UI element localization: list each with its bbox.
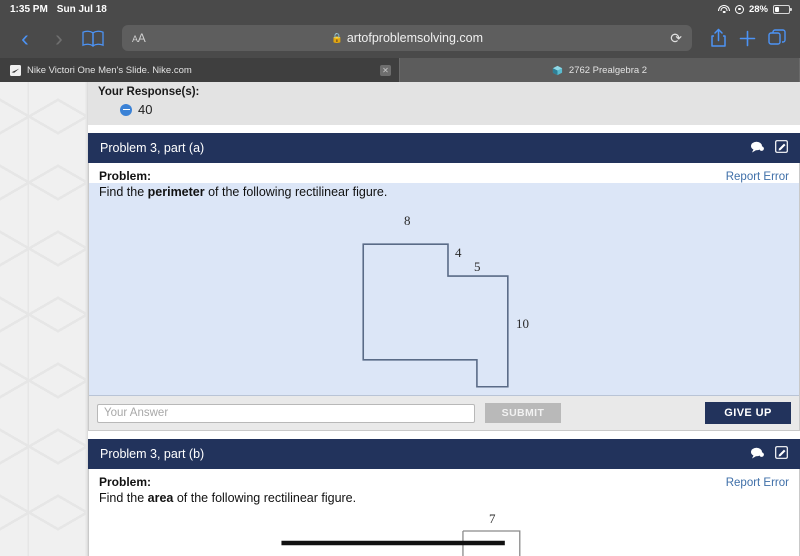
comment-icon[interactable]	[750, 141, 764, 156]
problem-a-top: Problem: Report Error	[89, 163, 799, 183]
problem-a-header: Problem 3, part (a)	[88, 133, 800, 163]
problem-card-b: Problem 3, part (b) Problem: Report Erro…	[88, 439, 800, 556]
statement-after: of the following rectilinear figure.	[204, 185, 388, 199]
page-background-pattern	[0, 82, 88, 556]
ios-status-bar: 1:35 PM Sun Jul 18 28%	[0, 0, 800, 18]
statement-keyword: area	[147, 491, 174, 505]
rectilinear-figure-a	[362, 243, 509, 388]
report-error-link[interactable]: Report Error	[726, 171, 789, 183]
page-content: Your Response(s): 40 Problem 3, part (a)	[88, 82, 800, 556]
figure-a-label-step-v: 4	[455, 245, 462, 260]
answer-row-a: SUBMIT GIVE UP	[89, 395, 799, 430]
statement-keyword: perimeter	[147, 185, 205, 199]
comment-icon[interactable]	[750, 447, 764, 462]
reload-icon[interactable]: ⟳	[670, 30, 682, 47]
nike-swoosh-icon	[10, 64, 21, 76]
problem-b-header: Problem 3, part (b)	[88, 439, 800, 469]
problem-b-statement: Find the area of the following rectiline…	[89, 489, 799, 509]
rectilinear-figure-b	[281, 530, 521, 556]
problem-a-statement: Find the perimeter of the following rect…	[89, 183, 799, 203]
url-display: 🔒 artofproblemsolving.com	[122, 31, 692, 45]
battery-icon	[773, 4, 792, 14]
url-text: artofproblemsolving.com	[346, 31, 483, 45]
share-icon[interactable]	[710, 28, 727, 48]
location-icon	[734, 4, 744, 14]
edit-icon[interactable]	[775, 446, 788, 462]
figure-a-label-top: 8	[404, 213, 411, 228]
browser-toolbar: ‹ › AA 🔒 artofproblemsolving.com ⟳	[0, 18, 800, 58]
edit-icon[interactable]	[775, 140, 788, 156]
give-up-button[interactable]: GIVE UP	[705, 402, 791, 424]
problem-b-title: Problem 3, part (b)	[100, 447, 205, 461]
aops-cube-icon	[552, 65, 563, 76]
figure-b-label-top: 7	[489, 511, 496, 526]
battery-percent: 28%	[748, 3, 768, 15]
lock-icon: 🔒	[330, 32, 343, 44]
close-icon[interactable]: ✕	[380, 64, 391, 76]
address-bar[interactable]: AA 🔒 artofproblemsolving.com ⟳	[122, 25, 692, 51]
status-time: 1:35 PM	[10, 3, 48, 15]
problem-label: Problem:	[99, 169, 152, 183]
browser-tab[interactable]: Nike Victori One Men's Slide. Nike.com ✕	[0, 58, 400, 82]
figure-panel-a: 8 4 5 10	[89, 203, 799, 395]
wifi-icon	[717, 4, 730, 14]
problem-card-a: Problem 3, part (a) Problem: Report Erro…	[88, 133, 800, 431]
problem-a-body: Problem: Report Error Find the perimeter…	[88, 163, 800, 431]
answer-input[interactable]	[97, 403, 475, 423]
back-button[interactable]: ‹	[14, 26, 36, 50]
tab-title: Nike Victori One Men's Slide. Nike.com	[27, 64, 192, 76]
statement-before: Find the	[99, 491, 148, 505]
your-responses-label: Your Response(s):	[98, 86, 200, 98]
status-date: Sun Jul 18	[56, 3, 107, 15]
problem-label: Problem:	[99, 475, 152, 489]
page-viewport: Your Response(s): 40 Problem 3, part (a)	[0, 82, 800, 556]
problem-b-body: Problem: Report Error Find the area of t…	[88, 469, 800, 556]
tabs-icon[interactable]	[768, 29, 786, 47]
plus-icon[interactable]	[739, 30, 756, 47]
response-value: 40	[138, 102, 153, 117]
statement-after: of the following rectilinear figure.	[173, 491, 357, 505]
tab-title: 2762 Prealgebra 2	[568, 64, 648, 76]
submit-button[interactable]: SUBMIT	[485, 403, 561, 423]
figure-panel-b: 7	[89, 509, 799, 556]
tab-bar: Nike Victori One Men's Slide. Nike.com ✕…	[0, 58, 800, 82]
book-icon[interactable]	[82, 30, 104, 47]
report-error-link[interactable]: Report Error	[726, 477, 789, 489]
problem-b-top: Problem: Report Error	[89, 469, 799, 489]
response-row: 40	[120, 102, 800, 117]
figure-a-label-step-h: 5	[474, 259, 481, 274]
figure-a-label-right: 10	[516, 316, 529, 331]
statement-before: Find the	[99, 185, 148, 199]
incorrect-response-icon	[120, 103, 132, 116]
problem-a-title: Problem 3, part (a)	[100, 141, 205, 155]
previous-response-block: Your Response(s): 40	[88, 82, 800, 125]
forward-button[interactable]: ›	[48, 26, 70, 50]
browser-tab[interactable]: 2762 Prealgebra 2	[400, 58, 800, 82]
